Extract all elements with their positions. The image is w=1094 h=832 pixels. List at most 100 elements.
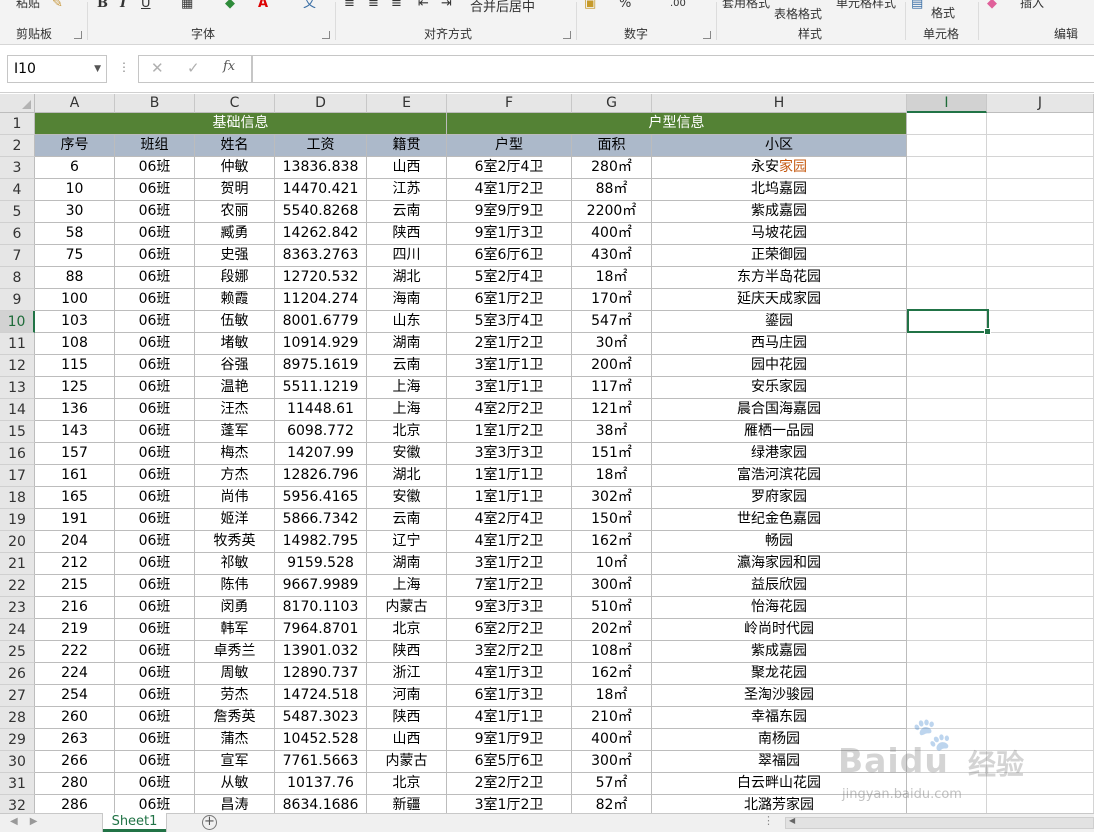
table-cell[interactable]: 280 (35, 773, 115, 795)
empty-cell[interactable] (907, 179, 987, 201)
sheet-nav-arrows-icon[interactable]: ◀▶ (10, 816, 49, 827)
row-header-9[interactable]: 9 (0, 289, 35, 311)
row-header-18[interactable]: 18 (0, 487, 35, 509)
row-header-11[interactable]: 11 (0, 333, 35, 355)
table-cell[interactable]: 延庆天成家园 (652, 289, 907, 311)
table-header-cell[interactable]: 户型 (447, 135, 572, 157)
table-cell[interactable]: 286 (35, 795, 115, 813)
table-cell[interactable]: 仲敏 (195, 157, 275, 179)
table-cell[interactable]: 晨合国海嘉园 (652, 399, 907, 421)
table-cell[interactable]: 紫成嘉园 (652, 641, 907, 663)
table-cell[interactable]: 11204.274 (275, 289, 367, 311)
table-cell[interactable]: 06班 (115, 575, 195, 597)
table-cell[interactable]: 周敏 (195, 663, 275, 685)
column-header-f[interactable]: F (447, 94, 572, 113)
table-cell[interactable]: 136 (35, 399, 115, 421)
table-cell[interactable]: 紫成嘉园 (652, 201, 907, 223)
align-center-icon[interactable]: ≡ (368, 0, 379, 12)
table-cell[interactable]: 劳杰 (195, 685, 275, 707)
table-cell[interactable]: 陈伟 (195, 575, 275, 597)
column-header-e[interactable]: E (367, 94, 447, 113)
insert-function-icon[interactable]: fx (223, 59, 235, 74)
empty-cell[interactable] (987, 267, 1094, 289)
row-header-20[interactable]: 20 (0, 531, 35, 553)
phonetic-icon[interactable]: 文 (303, 0, 316, 12)
table-cell[interactable]: 266 (35, 751, 115, 773)
table-cell[interactable]: 75 (35, 245, 115, 267)
row-header-27[interactable]: 27 (0, 685, 35, 707)
column-header-b[interactable]: B (115, 94, 195, 113)
table-cell[interactable]: 湖北 (367, 465, 447, 487)
table-cell[interactable]: 上海 (367, 399, 447, 421)
table-cell[interactable]: 四川 (367, 245, 447, 267)
table-cell[interactable]: 韩军 (195, 619, 275, 641)
table-cell[interactable]: 鎏园 (652, 311, 907, 333)
table-cell[interactable]: 204 (35, 531, 115, 553)
table-cell[interactable]: 海南 (367, 289, 447, 311)
empty-cell[interactable] (907, 443, 987, 465)
select-all-button[interactable] (0, 94, 35, 113)
empty-cell[interactable] (987, 575, 1094, 597)
empty-cell[interactable] (987, 465, 1094, 487)
column-header-j[interactable]: J (987, 94, 1094, 113)
table-cell[interactable]: 河南 (367, 685, 447, 707)
table-cell[interactable]: 5室3厅4卫 (447, 311, 572, 333)
table-cell[interactable]: 06班 (115, 399, 195, 421)
empty-cell[interactable] (907, 421, 987, 443)
empty-cell[interactable] (987, 289, 1094, 311)
format-button[interactable]: 格式 (931, 4, 955, 21)
empty-cell[interactable] (907, 289, 987, 311)
empty-cell[interactable] (987, 201, 1094, 223)
table-cell[interactable]: 7964.8701 (275, 619, 367, 641)
table-cell[interactable]: 11448.61 (275, 399, 367, 421)
empty-cell[interactable] (907, 355, 987, 377)
row-header-3[interactable]: 3 (0, 157, 35, 179)
empty-cell[interactable] (987, 663, 1094, 685)
cell-styles-button[interactable]: 单元格样式 (836, 0, 896, 11)
empty-cell[interactable] (907, 245, 987, 267)
row-header-31[interactable]: 31 (0, 773, 35, 795)
table-cell[interactable]: 史强 (195, 245, 275, 267)
table-cell[interactable]: 151㎡ (572, 443, 652, 465)
table-cell[interactable]: 9室9厅9卫 (447, 201, 572, 223)
table-cell[interactable]: 聚龙花园 (652, 663, 907, 685)
table-format-button[interactable]: 表格格式 (774, 5, 822, 22)
table-cell[interactable]: 8363.2763 (275, 245, 367, 267)
table-cell[interactable]: 57㎡ (572, 773, 652, 795)
bold-button[interactable]: B (97, 0, 108, 12)
table-cell[interactable]: 06班 (115, 179, 195, 201)
table-cell[interactable]: 辽宁 (367, 531, 447, 553)
table-cell[interactable]: 6室1厅2卫 (447, 289, 572, 311)
empty-cell[interactable] (987, 509, 1094, 531)
table-cell[interactable]: 罗府家园 (652, 487, 907, 509)
align-left-icon[interactable]: ≡ (344, 0, 355, 12)
row-header-12[interactable]: 12 (0, 355, 35, 377)
table-cell[interactable]: 216 (35, 597, 115, 619)
empty-cell[interactable] (907, 399, 987, 421)
table-cell[interactable]: 富浩河滨花园 (652, 465, 907, 487)
table-cell[interactable]: 06班 (115, 597, 195, 619)
table-cell[interactable]: 06班 (115, 289, 195, 311)
table-cell[interactable]: 新疆 (367, 795, 447, 813)
table-cell[interactable]: 圣淘沙骏园 (652, 685, 907, 707)
table-cell[interactable]: 詹秀英 (195, 707, 275, 729)
border-icon[interactable]: ▦ (181, 0, 193, 12)
table-cell[interactable]: 山西 (367, 157, 447, 179)
fill-color-icon[interactable]: ◆ (225, 0, 235, 12)
empty-cell[interactable] (907, 685, 987, 707)
table-cell[interactable]: 108 (35, 333, 115, 355)
row-header-13[interactable]: 13 (0, 377, 35, 399)
table-cell[interactable]: 06班 (115, 751, 195, 773)
table-header-cell[interactable]: 序号 (35, 135, 115, 157)
table-cell[interactable]: 06班 (115, 509, 195, 531)
empty-cell[interactable] (907, 267, 987, 289)
eraser-icon[interactable]: ◆ (987, 0, 997, 12)
table-cell[interactable]: 方杰 (195, 465, 275, 487)
table-cell[interactable]: 18㎡ (572, 685, 652, 707)
table-cell[interactable]: 125 (35, 377, 115, 399)
table-cell[interactable]: 云南 (367, 355, 447, 377)
table-cell[interactable]: 安徽 (367, 487, 447, 509)
table-cell[interactable]: 58 (35, 223, 115, 245)
table-cell[interactable]: 06班 (115, 465, 195, 487)
table-cell[interactable]: 510㎡ (572, 597, 652, 619)
